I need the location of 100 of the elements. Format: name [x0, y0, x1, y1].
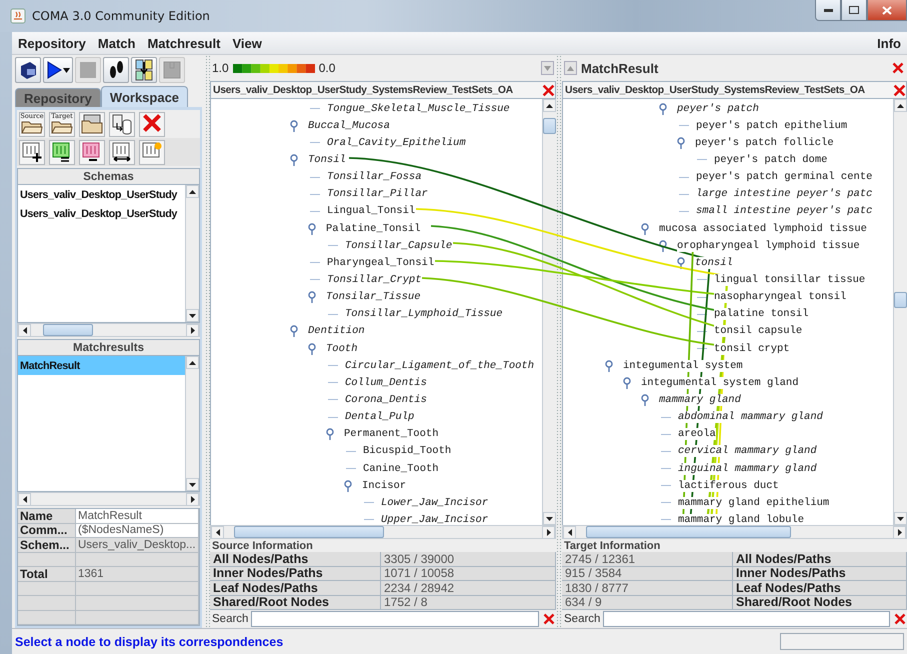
- close-schema-button[interactable]: [892, 82, 906, 98]
- tree-node[interactable]: Tonsilar_Tissue: [326, 291, 421, 304]
- tree-node[interactable]: Upper_Jaw_Incisor: [381, 514, 488, 525]
- tree-node[interactable]: peyer's patch epithelium: [696, 120, 848, 132]
- tree-node[interactable]: lingual tonsillar tissue: [714, 274, 866, 286]
- horizontal-scrollbar[interactable]: [562, 525, 907, 539]
- tree-node[interactable]: Tonsillar_Lymphoid_Tissue: [345, 308, 503, 320]
- vertical-scrollbar[interactable]: [185, 356, 199, 491]
- list-item[interactable]: Users_valiv_Desktop_UserStudy: [18, 204, 185, 223]
- horizontal-scrollbar[interactable]: [210, 525, 556, 539]
- vertical-scrollbar[interactable]: [185, 185, 199, 322]
- tree-node[interactable]: Lower_Jaw_Incisor: [381, 496, 488, 509]
- expand-handle[interactable]: [289, 154, 299, 166]
- tree-node[interactable]: Permanent_Tooth: [344, 428, 439, 440]
- toolbar-button[interactable]: [109, 140, 135, 164]
- tree-node[interactable]: lactiferous duct: [678, 480, 779, 492]
- tree-node[interactable]: Oral_Cavity_Epithelium: [327, 136, 466, 149]
- horizontal-scrollbar[interactable]: [17, 492, 200, 506]
- menu-item[interactable]: View: [232, 36, 262, 50]
- tree-node[interactable]: Bicuspid_Tooth: [363, 445, 452, 458]
- expand-button[interactable]: [564, 61, 577, 75]
- tree-node[interactable]: Canine_Tooth: [363, 462, 439, 475]
- close-panel-button[interactable]: [891, 60, 905, 76]
- expand-handle[interactable]: [622, 376, 632, 389]
- expand-handle[interactable]: [307, 291, 317, 304]
- tree-node[interactable]: palatine tonsil: [714, 308, 809, 320]
- delete-button[interactable]: [139, 112, 165, 136]
- tree-node[interactable]: inguinal mammary gland: [678, 462, 817, 475]
- expand-handle[interactable]: [604, 360, 614, 372]
- toolbar-button[interactable]: [15, 57, 41, 84]
- expand-handle[interactable]: [640, 222, 650, 235]
- tree-node[interactable]: peyer's patch follicle: [695, 136, 834, 149]
- expand-handle[interactable]: [676, 256, 686, 269]
- scroll-thumb[interactable]: [543, 118, 556, 134]
- tree-node[interactable]: tonsil: [695, 256, 733, 269]
- tree-node[interactable]: mammary gland lobule: [678, 514, 804, 525]
- scroll-thumb[interactable]: [894, 292, 907, 308]
- collapse-button[interactable]: [541, 61, 554, 75]
- menu-item[interactable]: Info: [877, 36, 901, 50]
- tree-node[interactable]: Lingual_Tonsil: [327, 205, 416, 218]
- tree-node[interactable]: mammary gland: [659, 394, 741, 406]
- search-field[interactable]: [603, 611, 890, 627]
- tree-node[interactable]: abdominal mammary gland: [678, 411, 823, 424]
- expand-handle[interactable]: [658, 240, 668, 252]
- clear-search-button[interactable]: [542, 612, 556, 626]
- tab[interactable]: Workspace: [100, 86, 188, 107]
- tree-node[interactable]: large intestine peyer's patc: [696, 188, 872, 200]
- tree-node[interactable]: Palatine_Tonsil: [326, 222, 421, 235]
- tree-node[interactable]: Dental_Pulp: [345, 411, 414, 424]
- list-item[interactable]: Users_valiv_Desktop_UserStudy: [18, 185, 185, 204]
- tree-node[interactable]: Tonsillar_Capsule: [345, 240, 452, 252]
- tree-node[interactable]: Tongue_Skeletal_Muscle_Tissue: [327, 102, 510, 115]
- expand-handle[interactable]: [289, 120, 299, 132]
- tree-node[interactable]: Tonsillar_Fossa: [327, 171, 422, 184]
- expand-handle[interactable]: [289, 325, 299, 338]
- search-field[interactable]: [251, 611, 539, 627]
- property-value[interactable]: ($NodesNameS): [76, 524, 199, 538]
- tree-node[interactable]: integumental system gland: [641, 376, 799, 389]
- close-button[interactable]: [867, 0, 907, 21]
- expand-handle[interactable]: [307, 222, 317, 235]
- expand-handle[interactable]: [658, 102, 668, 115]
- vertical-scrollbar[interactable]: [542, 99, 556, 525]
- toolbar-button[interactable]: [49, 140, 75, 164]
- close-schema-button[interactable]: [541, 82, 555, 98]
- tree-node[interactable]: small intestine peyer's patc: [696, 205, 872, 218]
- tree-node[interactable]: mammary gland epithelium: [678, 496, 830, 509]
- tree-node[interactable]: Collum_Dentis: [345, 376, 427, 389]
- clear-search-button[interactable]: [893, 612, 907, 626]
- expand-handle[interactable]: [676, 136, 686, 149]
- tree-node[interactable]: cervical mammary gland: [678, 445, 817, 458]
- toolbar-button[interactable]: [109, 112, 135, 136]
- expand-handle[interactable]: [640, 394, 650, 406]
- tree-node[interactable]: Corona_Dentis: [345, 394, 427, 406]
- tree-node[interactable]: mucosa associated lymphoid tissue: [659, 222, 867, 235]
- tree-node[interactable]: peyer's patch: [677, 102, 759, 115]
- tree-node[interactable]: Buccal_Mucosa: [308, 120, 390, 132]
- menu-item[interactable]: Match: [98, 36, 136, 50]
- tree-node[interactable]: areola: [678, 428, 716, 440]
- tree-node[interactable]: Tonsillar_Crypt: [327, 274, 422, 286]
- tree-node[interactable]: peyer's patch germinal cente: [696, 171, 872, 184]
- horizontal-scrollbar[interactable]: [17, 323, 200, 337]
- tree-node[interactable]: tonsil capsule: [714, 325, 802, 338]
- expand-handle[interactable]: [307, 342, 317, 355]
- list-item[interactable]: MatchResult: [18, 356, 185, 375]
- tree-node[interactable]: tonsil crypt: [714, 342, 790, 355]
- tree-node[interactable]: oropharyngeal lymphoid tissue: [677, 240, 860, 252]
- toolbar-button[interactable]: [19, 140, 45, 164]
- tree-node[interactable]: integumental system: [623, 360, 743, 372]
- toolbar-button[interactable]: [79, 112, 105, 136]
- expand-handle[interactable]: [325, 428, 335, 440]
- toolbar-button[interactable]: [43, 57, 73, 84]
- menu-item[interactable]: Repository: [18, 36, 86, 50]
- tree-node[interactable]: peyer's patch dome: [714, 154, 828, 166]
- toolbar-button[interactable]: [79, 140, 105, 164]
- scroll-thumb[interactable]: [234, 526, 384, 538]
- scroll-thumb[interactable]: [43, 324, 93, 336]
- expand-handle[interactable]: [343, 480, 353, 492]
- vertical-scrollbar[interactable]: [893, 99, 907, 525]
- tree-node[interactable]: Circular_Ligament_of_the_Tooth: [345, 360, 534, 372]
- maximize-button[interactable]: [841, 0, 867, 21]
